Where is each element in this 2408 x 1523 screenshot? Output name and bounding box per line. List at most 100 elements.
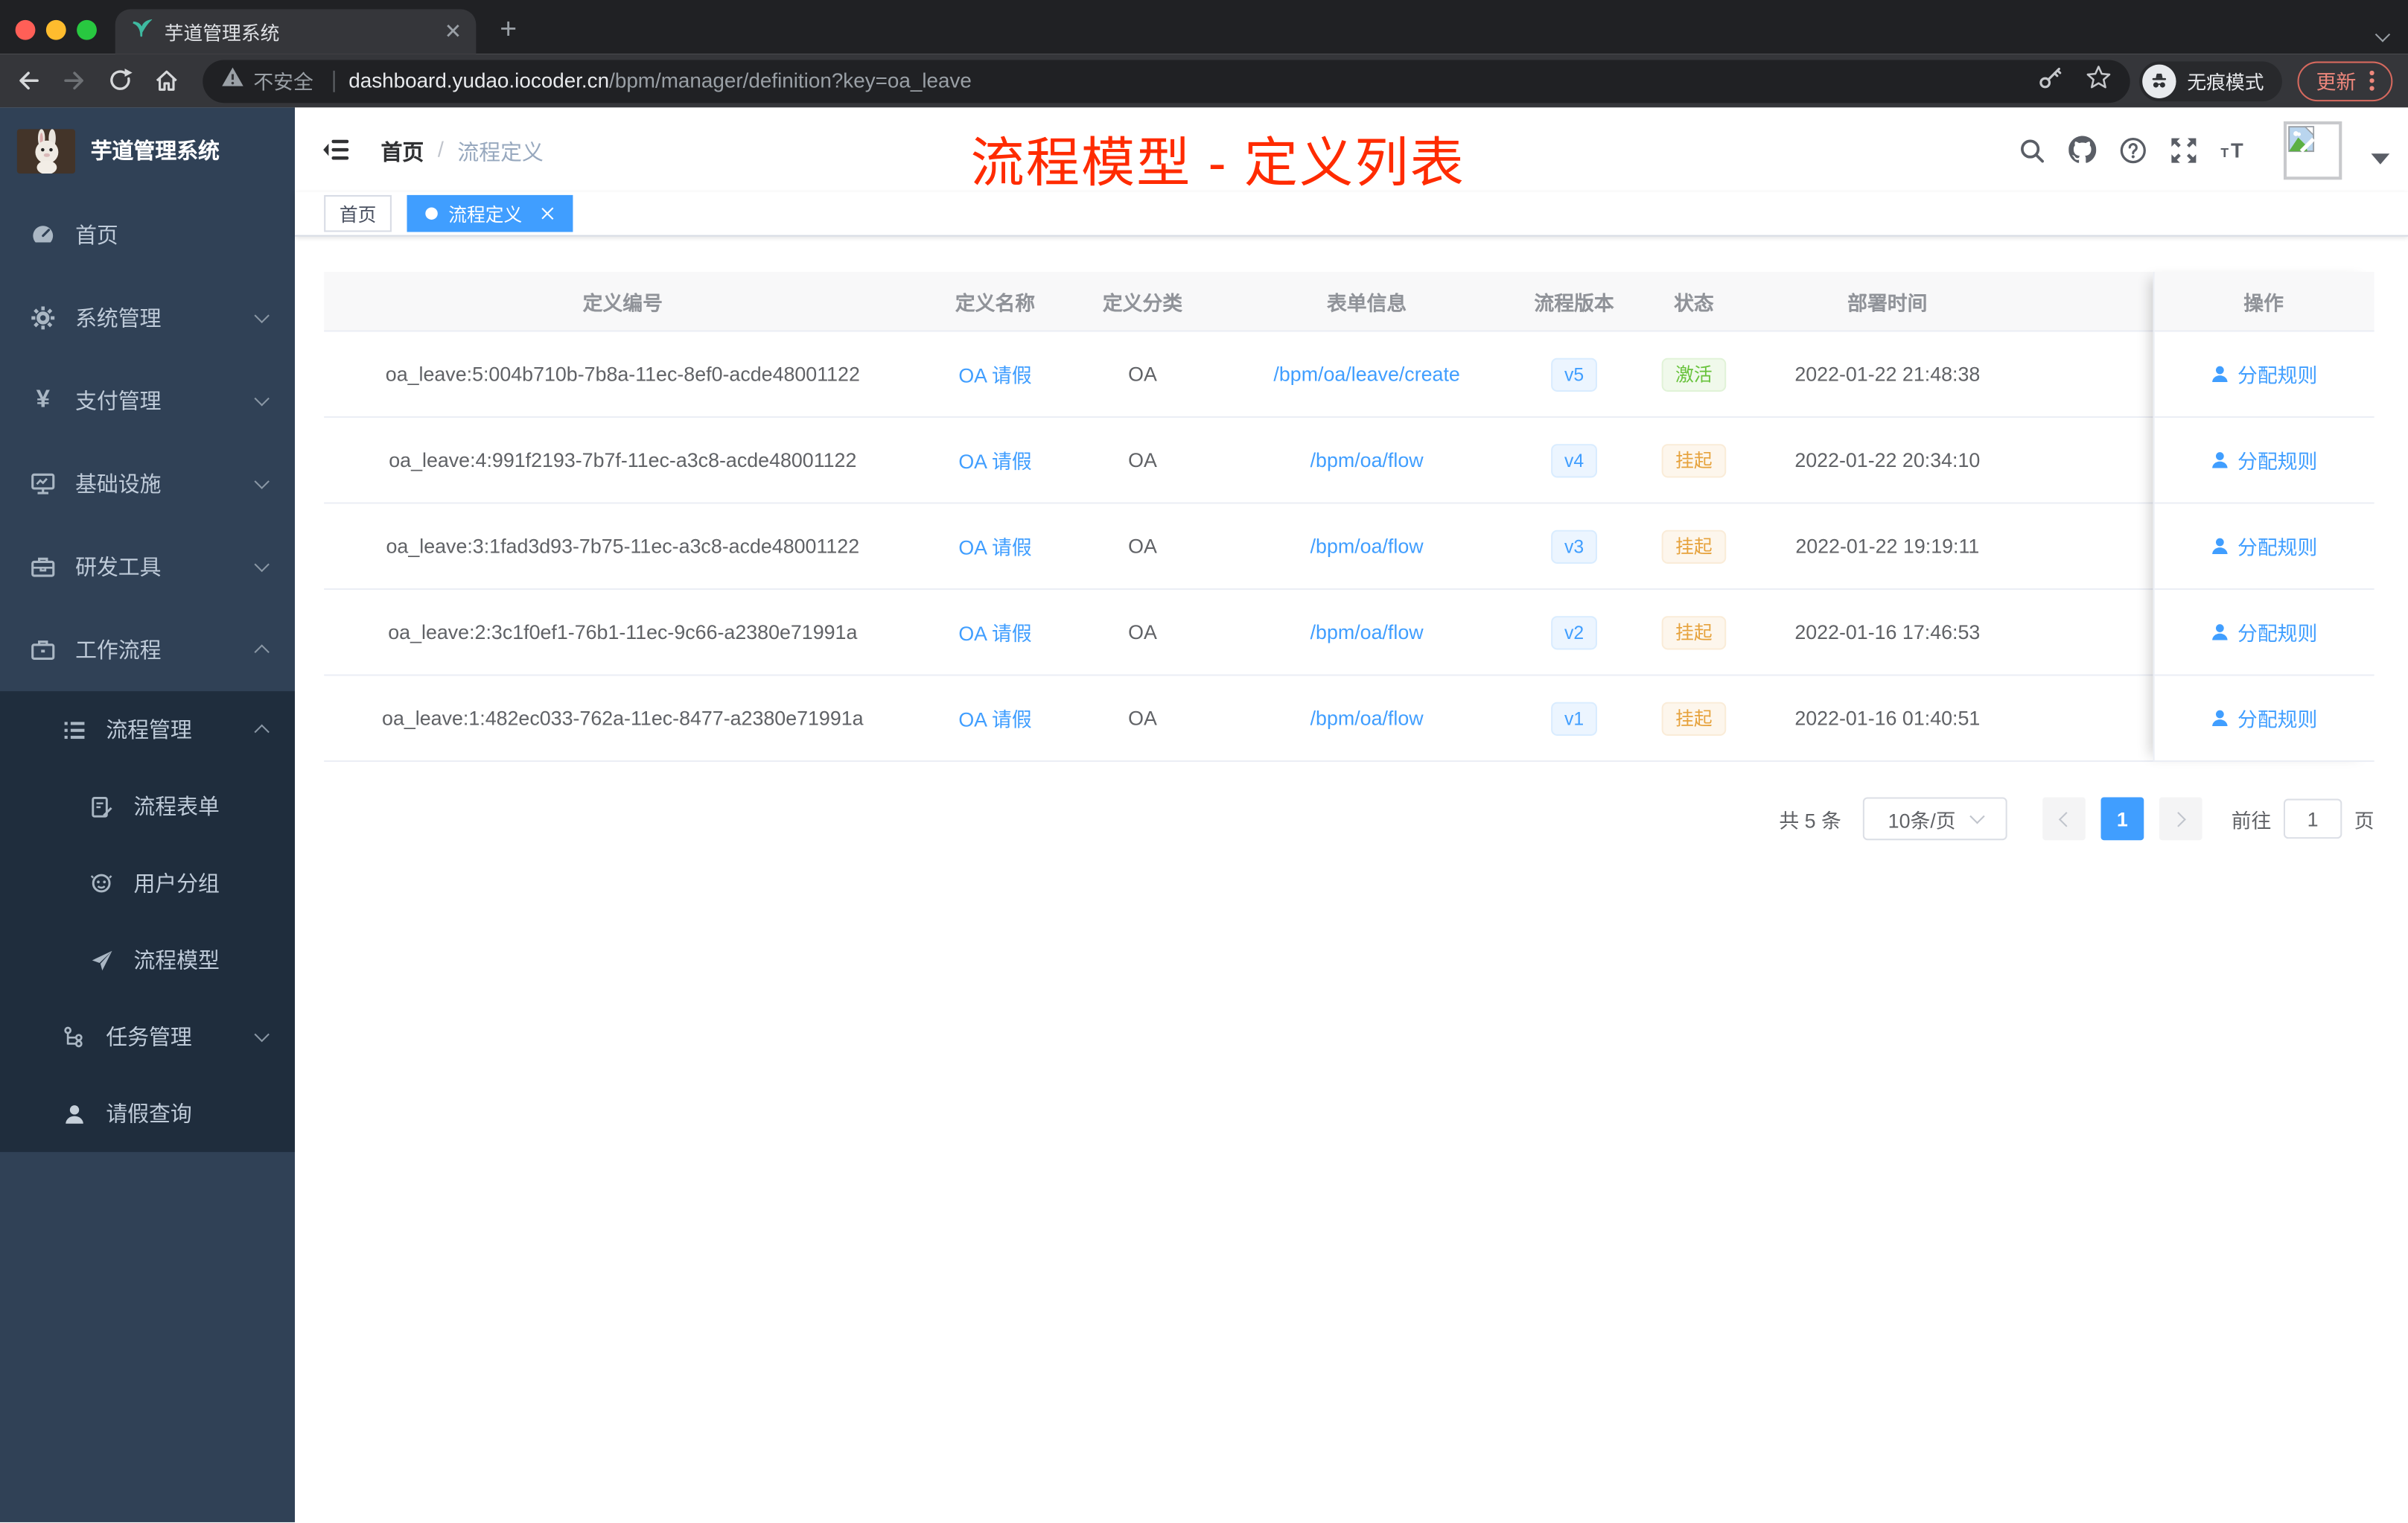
browser-tab[interactable]: 芋道管理系统: [115, 9, 477, 54]
bookmark-star-icon[interactable]: [2086, 64, 2112, 98]
definition-category: OA: [1128, 448, 1157, 472]
deploy-time: 2022-01-22 20:34:10: [1794, 448, 1981, 472]
next-page-button[interactable]: [2159, 797, 2202, 841]
tab-title: 芋道管理系统: [164, 22, 280, 45]
table-row: oa_leave:5:004b710b-7b8a-11ec-8ef0-acde4…: [324, 331, 2374, 418]
sidebar-logo[interactable]: 芋道管理系统: [0, 107, 295, 194]
sidebar-item-workflow[interactable]: 工作流程: [0, 608, 295, 691]
definition-name-link[interactable]: OA 请假: [958, 445, 1031, 474]
dashboard-icon: [31, 223, 56, 248]
pagination-total: 共 5 条: [1779, 808, 1841, 832]
table-row: oa_leave:4:991f2193-7b7f-11ec-a3c8-acde4…: [324, 418, 2374, 504]
definition-name-link[interactable]: OA 请假: [958, 704, 1031, 733]
tag-home[interactable]: 首页: [324, 194, 392, 232]
sidebar-item-infra[interactable]: 基础设施: [0, 442, 295, 525]
browser-update-button[interactable]: 更新: [2297, 60, 2393, 101]
security-warning-icon[interactable]: [221, 66, 244, 95]
search-icon[interactable]: [2018, 136, 2045, 164]
definition-id: oa_leave:2:3c1f0ef1-76b1-11ec-9c66-a2380…: [388, 620, 858, 644]
window-minimize-button[interactable]: [45, 19, 66, 40]
form-link[interactable]: /bpm/oa/flow: [1310, 535, 1424, 558]
sidebar-item-process-model[interactable]: 流程模型: [0, 922, 295, 999]
sidebar-item-devtools[interactable]: 研发工具: [0, 525, 295, 608]
sidebar-item-leave-query[interactable]: 请假查询: [0, 1075, 295, 1152]
prev-page-button[interactable]: [2042, 797, 2086, 841]
version-badge: v5: [1550, 357, 1598, 391]
status-badge: 激活: [1661, 357, 1727, 391]
github-icon[interactable]: [2068, 136, 2097, 164]
form-link[interactable]: /bpm/oa/flow: [1310, 707, 1424, 730]
font-size-icon[interactable]: TT: [2220, 136, 2248, 164]
active-dot: [425, 207, 438, 220]
help-icon[interactable]: [2119, 136, 2147, 164]
column-header: 状态: [1674, 290, 1714, 314]
version-badge: v2: [1550, 615, 1598, 649]
tab-close-icon[interactable]: [445, 18, 461, 45]
form-link[interactable]: /bpm/oa/flow: [1310, 448, 1424, 471]
back-icon[interactable]: [16, 68, 42, 94]
status-badge: 挂起: [1661, 615, 1727, 649]
svg-text:T: T: [2231, 138, 2243, 161]
update-label[interactable]: 更新: [2316, 66, 2357, 95]
definition-name-link[interactable]: OA 请假: [958, 532, 1031, 561]
list-icon: [62, 717, 86, 742]
svg-text:T: T: [2220, 144, 2229, 159]
assign-rule-button[interactable]: 分配规则: [2210, 704, 2317, 733]
fullscreen-icon[interactable]: [2170, 136, 2197, 164]
assign-rule-button[interactable]: 分配规则: [2210, 532, 2317, 561]
sidebar-item-process-form[interactable]: 流程表单: [0, 768, 295, 845]
browser-tab-strip: 芋道管理系统 +: [0, 0, 2408, 54]
deploy-time: 2022-01-22 21:48:38: [1794, 362, 1981, 386]
sidebar-item-task-mgmt[interactable]: 任务管理: [0, 999, 295, 1075]
password-key-icon[interactable]: [2038, 64, 2064, 98]
new-tab-button[interactable]: +: [488, 10, 529, 51]
url-text[interactable]: dashboard.yudao.iocoder.cn/bpm/manager/d…: [348, 69, 2022, 92]
assign-rule-button[interactable]: 分配规则: [2210, 360, 2317, 389]
breadcrumb: 首页 / 流程定义: [381, 137, 544, 168]
home-icon[interactable]: [153, 68, 179, 94]
url-host: dashboard.yudao.iocoder.cn: [348, 69, 610, 92]
table-row: oa_leave:2:3c1f0ef1-76b1-11ec-9c66-a2380…: [324, 590, 2374, 676]
form-link[interactable]: /bpm/oa/flow: [1310, 620, 1424, 643]
tab-search-button[interactable]: [2374, 20, 2393, 42]
definition-name-link[interactable]: OA 请假: [958, 360, 1031, 389]
assign-rule-button[interactable]: 分配规则: [2210, 445, 2317, 474]
assign-rule-button[interactable]: 分配规则: [2210, 617, 2317, 646]
sidebar-item-payment[interactable]: ¥ 支付管理: [0, 360, 295, 442]
tag-process-definition[interactable]: 流程定义: [407, 194, 573, 232]
avatar-caret-icon[interactable]: [2371, 153, 2390, 165]
address-bar[interactable]: 不安全 dashboard.yudao.iocoder.cn/bpm/manag…: [203, 59, 2131, 103]
assign-rule-label: 分配规则: [2237, 708, 2318, 731]
table-header-row: 定义编号 定义名称 定义分类 表单信息 流程版本 状态 部署时间 操作: [324, 272, 2374, 332]
status-badge: 挂起: [1661, 701, 1727, 735]
assign-rule-label: 分配规则: [2237, 363, 2318, 387]
browser-menu-icon[interactable]: [2369, 70, 2374, 91]
table-row: oa_leave:3:1fad3d93-7b75-11ec-a3c8-acde4…: [324, 503, 2374, 590]
page-number-button[interactable]: 1: [2100, 797, 2144, 841]
page-size-select[interactable]: 10条/页: [1862, 797, 2007, 841]
form-link[interactable]: /bpm/oa/leave/create: [1273, 363, 1459, 386]
hamburger-icon[interactable]: [322, 136, 351, 165]
column-header: 操作: [2243, 290, 2284, 314]
monitor-icon: [31, 471, 55, 496]
tag-close-icon[interactable]: [539, 206, 555, 221]
annotation-title: 流程模型 - 定义列表: [970, 133, 1465, 194]
definition-name-link[interactable]: OA 请假: [958, 617, 1031, 646]
security-label[interactable]: 不安全: [253, 66, 313, 95]
sidebar-item-home[interactable]: 首页: [0, 194, 295, 276]
avatar[interactable]: [2283, 120, 2342, 179]
column-header: 定义名称: [955, 290, 1036, 314]
goto-page-input[interactable]: [2283, 798, 2342, 839]
favicon-icon: [130, 17, 153, 46]
window-zoom-button[interactable]: [77, 19, 97, 40]
window-close-button[interactable]: [15, 19, 36, 40]
reload-icon[interactable]: [107, 68, 133, 94]
breadcrumb-home[interactable]: 首页: [381, 137, 424, 168]
toolbox-icon: [31, 555, 55, 579]
sidebar-item-system[interactable]: 系统管理: [0, 276, 295, 359]
sidebar-item-user-group[interactable]: 用户分组: [0, 845, 295, 921]
definition-category: OA: [1128, 362, 1157, 386]
forward-icon[interactable]: [62, 68, 88, 94]
sidebar-item-process-mgmt[interactable]: 流程管理: [0, 691, 295, 768]
pagination: 共 5 条 10条/页 1 前往 页: [1779, 797, 2374, 841]
